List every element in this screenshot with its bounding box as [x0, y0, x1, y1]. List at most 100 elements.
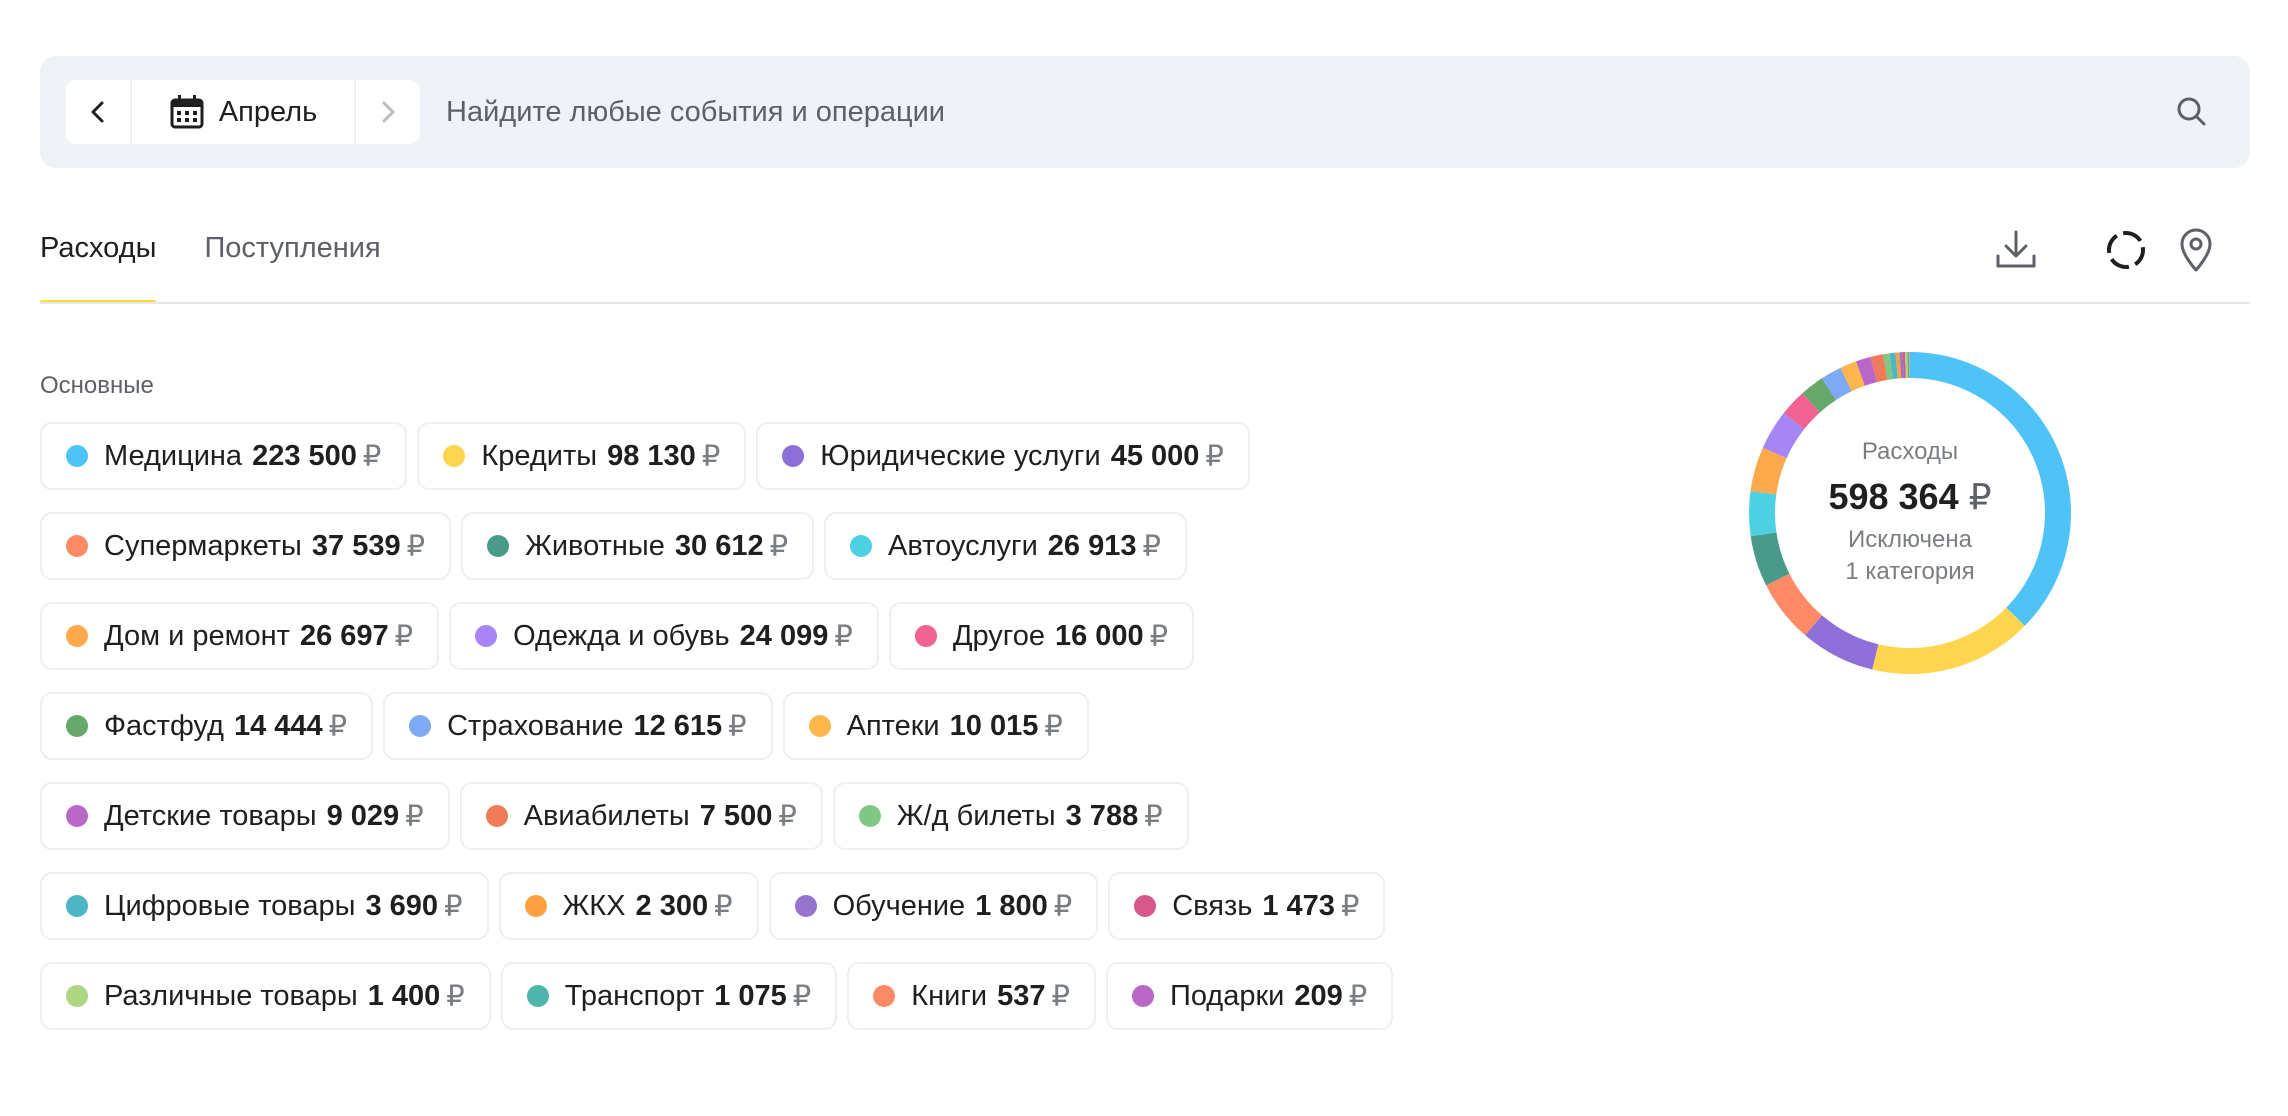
tabs-divider — [40, 302, 2250, 304]
tab-expenses[interactable]: Расходы — [40, 222, 157, 304]
category-amount: 1 400 — [367, 979, 441, 1012]
category-dot — [808, 715, 831, 737]
donut-chart-icon[interactable] — [2102, 226, 2150, 274]
category-currency: ₽ — [1149, 620, 1169, 653]
category-dot — [487, 535, 510, 557]
category-dot — [526, 985, 549, 1007]
category-dot — [66, 445, 88, 467]
chip-row: Цифровые товары 3 690 ₽ ЖКХ 2 300 ₽ Обучение 1 … — [40, 872, 1393, 940]
category-chip[interactable]: Фастфуд 14 444 ₽ — [40, 692, 374, 760]
category-currency: ₽ — [446, 980, 465, 1013]
download-icon[interactable] — [1992, 226, 2040, 274]
search-input[interactable] — [446, 80, 2086, 144]
category-amount: 98 130 — [607, 439, 696, 472]
category-chip[interactable]: Животные 30 612 ₽ — [461, 512, 815, 580]
month-picker[interactable]: Апрель — [132, 80, 354, 144]
chevron-left-icon — [91, 101, 104, 123]
category-chip[interactable]: Супермаркеты 37 539 ₽ — [40, 512, 452, 580]
tab-income[interactable]: Поступления — [204, 222, 380, 302]
donut-total: 598 364 ₽ — [1828, 476, 1991, 518]
category-amount: 7 500 — [699, 799, 773, 832]
category-currency: ₽ — [701, 440, 721, 473]
category-dot — [914, 625, 937, 647]
category-chip[interactable]: Медицина 223 500 ₽ — [40, 422, 408, 490]
donut-total-currency: ₽ — [1968, 476, 1992, 517]
category-dot — [485, 805, 508, 827]
category-amount: 2 300 — [635, 889, 709, 922]
search-icon[interactable] — [2172, 92, 2212, 132]
category-dot — [850, 535, 873, 557]
category-dot — [1131, 985, 1154, 1007]
category-dot — [66, 715, 88, 737]
category-dot — [409, 715, 432, 737]
category-chip[interactable]: Различные товары 1 400 ₽ — [40, 962, 491, 1030]
category-chip[interactable]: Аптеки 10 015 ₽ — [782, 692, 1089, 760]
category-amount: 1 075 — [714, 979, 787, 1012]
category-amount: 14 444 — [233, 709, 323, 742]
category-amount: 26 697 — [299, 619, 389, 652]
category-name: Кредиты — [481, 439, 598, 472]
category-currency: ₽ — [1340, 890, 1360, 923]
category-currency: ₽ — [1144, 800, 1163, 833]
donut-total-value: 598 364 — [1828, 476, 1959, 517]
category-dot — [66, 985, 88, 1007]
category-amount: 26 913 — [1047, 529, 1137, 562]
category-name: Животные — [525, 529, 665, 562]
category-name: Транспорт — [564, 979, 705, 1012]
category-amount: 223 500 — [252, 439, 357, 472]
category-chip[interactable]: Книги 537 ₽ — [847, 962, 1096, 1030]
category-chip[interactable]: Подарки 209 ₽ — [1105, 962, 1394, 1030]
category-chip[interactable]: Ж/д билеты 3 788 ₽ — [832, 782, 1189, 850]
category-chip[interactable]: Дом и ремонт 26 697 ₽ — [40, 602, 440, 670]
category-chip[interactable]: Юридические услуги 45 000 ₽ — [756, 422, 1250, 490]
category-currency: ₽ — [1142, 530, 1161, 563]
category-chip[interactable]: Одежда и обувь 24 099 ₽ — [449, 602, 879, 670]
category-amount: 16 000 — [1054, 619, 1144, 652]
category-name: Связь — [1172, 889, 1253, 922]
calendar-icon — [170, 95, 204, 129]
next-month-button[interactable] — [354, 80, 420, 144]
category-amount: 30 612 — [674, 529, 764, 562]
chip-row: Детские товары 9 029 ₽ Авиабилеты 7 500 ₽ Ж/д … — [40, 782, 1393, 850]
category-name: Супермаркеты — [104, 529, 302, 562]
category-name: Автоуслуги — [888, 529, 1038, 562]
category-chip[interactable]: Автоуслуги 26 913 ₽ — [824, 512, 1187, 580]
category-name: ЖКХ — [562, 889, 626, 922]
category-chip[interactable]: ЖКХ 2 300 ₽ — [498, 872, 759, 940]
category-chip[interactable]: Связь 1 473 ₽ — [1108, 872, 1386, 940]
prev-month-button[interactable] — [66, 80, 132, 144]
category-amount: 45 000 — [1110, 439, 1200, 472]
category-dot — [475, 625, 498, 647]
tabs: Расходы Поступления — [40, 222, 381, 304]
donut-note-line2: 1 категория — [1845, 558, 1975, 585]
category-name: Юридические услуги — [820, 439, 1101, 472]
category-chip[interactable]: Цифровые товары 3 690 ₽ — [40, 872, 489, 940]
category-chip[interactable]: Авиабилеты 7 500 ₽ — [459, 782, 823, 850]
category-amount: 537 — [997, 979, 1046, 1012]
category-currency: ₽ — [1053, 890, 1073, 923]
category-name: Подарки — [1169, 979, 1285, 1012]
category-name: Медицина — [104, 439, 243, 472]
category-name: Различные товары — [104, 979, 358, 1012]
category-name: Дом и ремонт — [104, 619, 290, 652]
category-currency: ₽ — [328, 710, 348, 743]
category-name: Аптеки — [846, 709, 940, 742]
category-chip[interactable]: Транспорт 1 075 ₽ — [500, 962, 838, 1030]
expense-donut-chart: Расходы 598 364 ₽ Исключена 1 категория — [1745, 348, 2075, 678]
category-dot — [782, 445, 805, 467]
location-pin-icon[interactable] — [2172, 226, 2220, 274]
category-currency: ₽ — [1051, 980, 1070, 1013]
chip-row: Супермаркеты 37 539 ₽ Животные 30 612 ₽ Автоус… — [40, 512, 1393, 580]
top-search-bar: Апрель — [40, 56, 2250, 168]
category-currency: ₽ — [1348, 980, 1368, 1013]
category-amount: 37 539 — [311, 529, 401, 562]
category-chip[interactable]: Детские товары 9 029 ₽ — [40, 782, 450, 850]
chip-row: Медицина 223 500 ₽ Кредиты 98 130 ₽ Юридически… — [40, 422, 1393, 490]
category-dot — [66, 535, 88, 557]
category-chip[interactable]: Страхование 12 615 ₽ — [383, 692, 773, 760]
category-chip[interactable]: Обучение 1 800 ₽ — [768, 872, 1099, 940]
category-currency: ₽ — [778, 800, 797, 833]
category-chip[interactable]: Кредиты 98 130 ₽ — [417, 422, 747, 490]
category-currency: ₽ — [834, 620, 853, 653]
category-chip[interactable]: Другое 16 000 ₽ — [888, 602, 1195, 670]
